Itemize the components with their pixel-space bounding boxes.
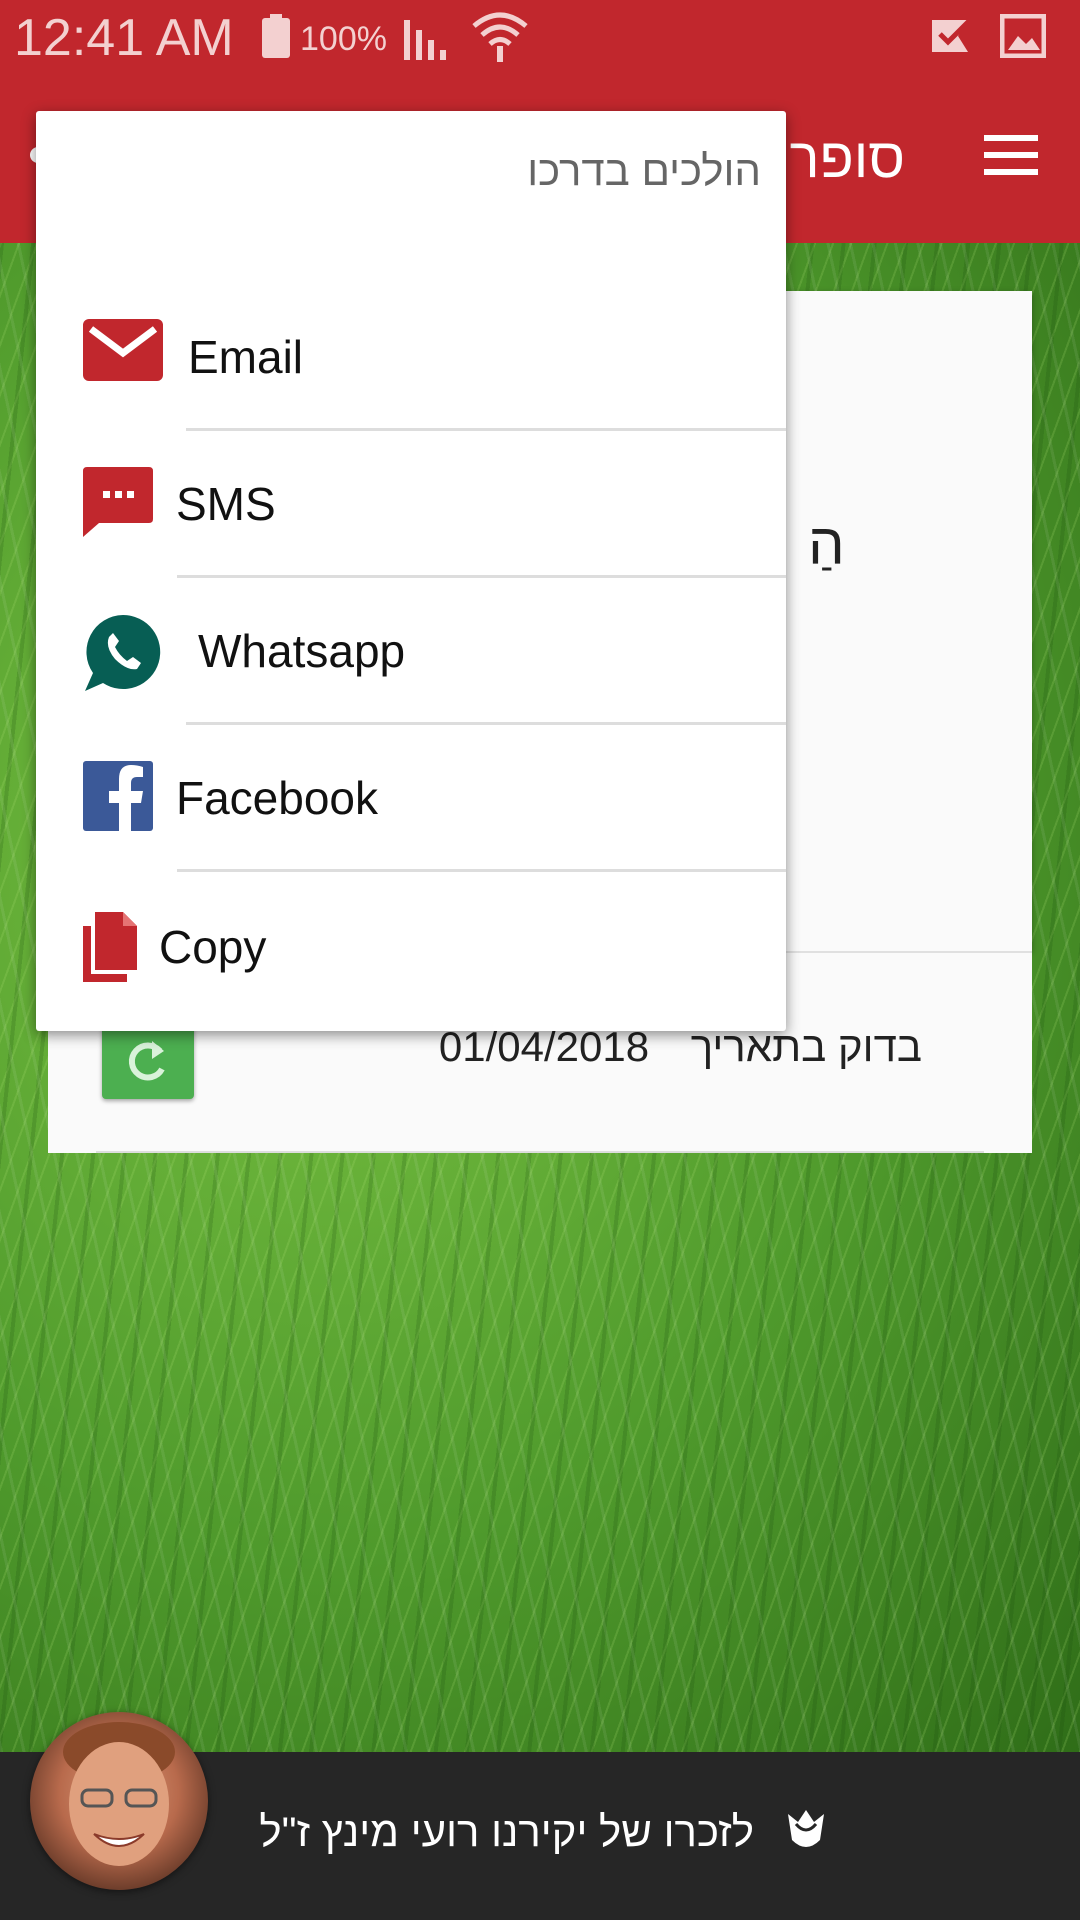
portrait-image — [63, 1722, 175, 1866]
divider — [96, 1151, 984, 1153]
status-time: 12:41 AM — [14, 9, 234, 67]
facebook-icon — [83, 761, 153, 831]
wifi-icon — [472, 12, 528, 62]
hamburger-menu-icon[interactable] — [984, 135, 1038, 175]
share-sms-label: SMS — [176, 478, 276, 530]
share-email-item[interactable]: Email — [36, 284, 786, 431]
share-facebook-label: Facebook — [176, 772, 379, 824]
whatsapp-icon — [85, 614, 161, 691]
app-title: סופר — [789, 126, 905, 189]
share-menu-title: הולכים בדרכו — [527, 147, 761, 194]
share-whatsapp-label: Whatsapp — [198, 625, 406, 677]
copy-icon — [83, 912, 137, 982]
card-heading: הַ — [808, 512, 845, 577]
battery-percentage: 100% — [300, 20, 387, 58]
memorial-text: לזכרו של יקירנו רועי מינץ ז"ל — [259, 1808, 754, 1855]
status-bar: 12:41 AM 100% — [0, 0, 1080, 75]
sms-icon — [83, 467, 153, 537]
task-check-icon — [932, 16, 974, 52]
refresh-icon — [128, 1041, 165, 1081]
email-icon — [83, 319, 163, 381]
image-notification-icon — [1000, 14, 1046, 58]
signal-icon — [404, 20, 446, 60]
refresh-button[interactable] — [102, 1023, 194, 1099]
share-sms-item[interactable]: SMS — [36, 431, 786, 578]
avatar — [30, 1712, 208, 1890]
share-copy-label: Copy — [159, 921, 267, 973]
flower-icon — [788, 1810, 824, 1847]
share-email-label: Email — [188, 331, 304, 383]
share-copy-item[interactable]: Copy — [36, 872, 786, 1019]
share-facebook-item[interactable]: Facebook — [36, 725, 786, 872]
share-whatsapp-item[interactable]: Whatsapp — [36, 578, 786, 725]
share-menu: הולכים בדרכו Email SMS Whatsapp Facebook… — [36, 111, 786, 1031]
battery-icon — [262, 14, 290, 58]
